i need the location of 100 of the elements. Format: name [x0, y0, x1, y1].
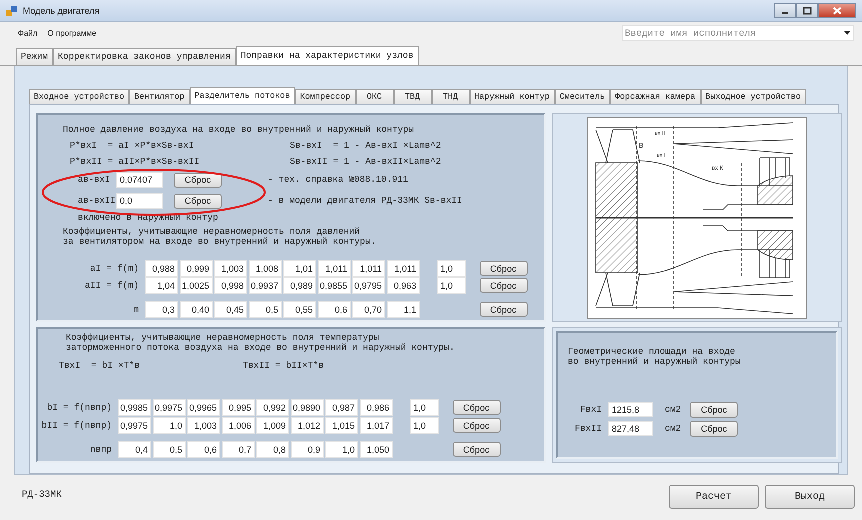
- area-field[interactable]: 827,48: [608, 421, 653, 436]
- unit-tab[interactable]: Смеситель: [554, 89, 610, 104]
- performer-field[interactable]: Введите имя исполнителя: [622, 25, 854, 41]
- value-cell[interactable]: 0,3: [145, 301, 178, 318]
- value-cell[interactable]: 1,050: [360, 441, 392, 458]
- value-cell[interactable]: 1,0: [325, 441, 358, 458]
- value-cell[interactable]: 1,011: [318, 260, 350, 277]
- value-cell[interactable]: 0,989: [283, 277, 316, 294]
- section-heading: Коэффициенты, учитывающие неравномерность поля давлений за вентилятором на входе во внутренний и наружный контуры.: [63, 227, 378, 247]
- value-cell[interactable]: 1,0: [410, 417, 438, 434]
- minimize-button[interactable]: [774, 3, 796, 18]
- value-cell[interactable]: 0,70: [352, 301, 385, 318]
- unit-tab[interactable]: ТНД: [432, 89, 470, 104]
- value-cell[interactable]: 0,5: [248, 301, 282, 318]
- value-cell[interactable]: 1,012: [290, 417, 324, 434]
- reset-button[interactable]: Сброс: [690, 420, 738, 436]
- value-cell[interactable]: 0,9965: [187, 399, 220, 416]
- value-cell[interactable]: 0,6: [187, 441, 220, 458]
- main-tab[interactable]: Режим: [16, 48, 54, 65]
- value-cell[interactable]: 0,6: [318, 301, 350, 318]
- unit-tab[interactable]: ТВД: [394, 89, 432, 104]
- main-tab[interactable]: Корректировка законов управления: [53, 48, 236, 65]
- reset-button[interactable]: Сброс: [174, 172, 222, 188]
- value-cell[interactable]: 1,003: [214, 260, 247, 277]
- row-label: m: [132, 304, 140, 314]
- value-cell[interactable]: 1,0025: [180, 277, 212, 294]
- menu-item[interactable]: Файл: [18, 28, 38, 38]
- main-tab[interactable]: Поправки на характеристики узлов: [236, 46, 419, 65]
- value-cell[interactable]: 0,988: [145, 260, 178, 277]
- value-cell[interactable]: 0,995: [222, 399, 254, 416]
- value-cell[interactable]: 1,011: [352, 260, 385, 277]
- value-cell[interactable]: 0,9795: [352, 277, 385, 294]
- value-cell[interactable]: 1,011: [386, 260, 420, 277]
- unit-tab[interactable]: Форсажная камера: [610, 89, 701, 104]
- row-label: FвхI: [579, 404, 603, 414]
- value-cell[interactable]: 0,45: [214, 301, 247, 318]
- value-cell[interactable]: 1,0: [410, 399, 438, 416]
- row-label: FвхII: [574, 424, 603, 434]
- value-cell[interactable]: 0,5: [152, 441, 186, 458]
- row-label: bII = f(nвпр): [40, 420, 113, 430]
- value-cell[interactable]: 0,992: [256, 399, 289, 416]
- value-cell[interactable]: 1,009: [256, 417, 289, 434]
- close-icon: [832, 6, 842, 14]
- value-cell[interactable]: 1,1: [386, 301, 420, 318]
- value-cell[interactable]: 0,9855: [318, 277, 350, 294]
- value-cell[interactable]: 0,9937: [248, 277, 282, 294]
- unit-tab[interactable]: ОКС: [356, 89, 394, 104]
- param-field[interactable]: 0,0: [116, 193, 163, 209]
- value-cell[interactable]: 0,987: [325, 399, 358, 416]
- value-cell[interactable]: 0,998: [214, 277, 247, 294]
- param-note: включено в наружный контур: [78, 213, 220, 223]
- close-button[interactable]: [818, 3, 856, 18]
- value-cell[interactable]: 0,9: [290, 441, 324, 458]
- unit-tab[interactable]: Наружный контур: [470, 89, 555, 104]
- formula-text: TвхII = bII×T*в: [243, 361, 324, 371]
- menu-item[interactable]: О программе: [48, 28, 97, 38]
- value-cell[interactable]: 1,003: [187, 417, 220, 434]
- area-field[interactable]: 1215,8: [608, 402, 653, 417]
- value-cell[interactable]: 1,04: [145, 277, 178, 294]
- value-cell[interactable]: 0,999: [180, 260, 212, 277]
- unit-tab[interactable]: Компрессор: [295, 89, 356, 104]
- value-cell[interactable]: 0,4: [118, 441, 151, 458]
- value-cell[interactable]: 1,0: [436, 277, 466, 294]
- value-cell[interactable]: 1,0: [436, 260, 466, 277]
- panel-heading: Полное давление воздуха на входе во внутренний и наружный контуры: [63, 125, 416, 135]
- value-cell[interactable]: 0,40: [180, 301, 212, 318]
- value-cell[interactable]: 0,9985: [118, 399, 151, 416]
- row-label: bI = f(nвпр): [46, 402, 113, 412]
- unit-tab[interactable]: Вентилятор: [129, 89, 190, 104]
- reset-button[interactable]: Сброс: [174, 194, 222, 208]
- reset-button[interactable]: Сброс: [480, 261, 528, 276]
- footer-button[interactable]: Расчет: [669, 485, 759, 509]
- value-cell[interactable]: 1,01: [283, 260, 316, 277]
- reset-button[interactable]: Сброс: [690, 402, 738, 418]
- value-cell[interactable]: 0,9975: [118, 417, 151, 434]
- value-cell[interactable]: 1,015: [325, 417, 358, 434]
- reset-button[interactable]: Сброс: [452, 418, 500, 433]
- value-cell[interactable]: 0,986: [360, 399, 392, 416]
- value-cell[interactable]: 0,963: [386, 277, 420, 294]
- value-cell[interactable]: 0,9890: [290, 399, 324, 416]
- reset-button[interactable]: Сброс: [452, 442, 500, 457]
- value-cell[interactable]: 1,008: [248, 260, 282, 277]
- value-cell[interactable]: 1,006: [222, 417, 254, 434]
- reset-button[interactable]: Сброс: [452, 400, 500, 415]
- unit-tab[interactable]: Выходное устройство: [700, 89, 806, 104]
- reset-button[interactable]: Сброс: [480, 302, 528, 317]
- unit-tab[interactable]: Разделитель потоков: [190, 87, 296, 104]
- unit-label: см2: [665, 404, 682, 414]
- param-field[interactable]: 0,07407: [116, 172, 163, 188]
- value-cell[interactable]: 0,55: [283, 301, 316, 318]
- value-cell[interactable]: 1,0: [152, 417, 186, 434]
- value-cell[interactable]: 1,017: [360, 417, 392, 434]
- unit-tab[interactable]: Входное устройство: [29, 89, 130, 104]
- reset-button[interactable]: Сброс: [480, 278, 528, 293]
- value-cell[interactable]: 0,8: [256, 441, 289, 458]
- maximize-button[interactable]: [796, 3, 818, 18]
- footer-button[interactable]: Выход: [765, 485, 855, 509]
- formula-text: Sв-вхII = 1 - Aв-вхII×Lamв^2: [290, 157, 442, 167]
- value-cell[interactable]: 0,7: [222, 441, 254, 458]
- value-cell[interactable]: 0,9975: [152, 399, 186, 416]
